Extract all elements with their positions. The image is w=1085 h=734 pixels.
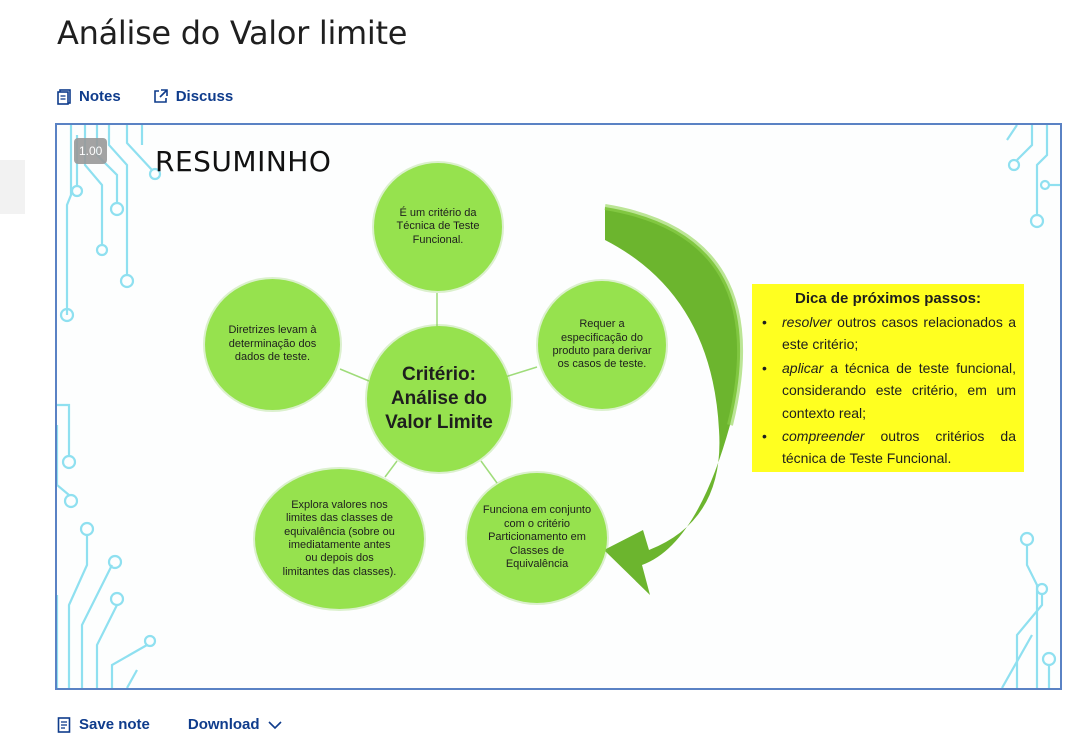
video-player[interactable]: 1.00 RESUMINHO É um critério da Técnica … xyxy=(55,123,1062,690)
download-dropdown[interactable]: Download xyxy=(188,716,282,733)
notes-tab[interactable]: Notes xyxy=(57,88,121,105)
discuss-tab-label: Discuss xyxy=(175,88,234,105)
tip-verb: aplicar xyxy=(782,359,824,376)
tip-verb: compreender xyxy=(782,427,865,444)
circle-center: Critério: Análise do Valor Limite xyxy=(367,326,511,472)
circle-right: Requer a especificação do produto para d… xyxy=(538,281,666,409)
tip-heading: Dica de próximos passos: xyxy=(795,290,981,307)
video-actions: Save note Download xyxy=(57,716,282,733)
lecture-tabs: Notes Discuss xyxy=(57,88,233,105)
playback-speed-badge[interactable]: 1.00 xyxy=(74,138,108,164)
side-panel-handle[interactable] xyxy=(0,160,25,214)
page-title: Análise do Valor limite xyxy=(57,14,408,52)
notes-icon xyxy=(57,88,71,105)
download-label: Download xyxy=(187,716,260,733)
tip-verb: resolver xyxy=(782,314,832,330)
circle-top: É um critério da Técnica de Teste Funcio… xyxy=(374,163,502,291)
external-link-icon xyxy=(153,89,168,104)
circle-left: Diretrizes levam à determinação dos dado… xyxy=(205,279,340,410)
chevron-down-icon xyxy=(267,720,282,730)
tip-box: Dica de próximos passos: resolver outros… xyxy=(752,284,1024,472)
tip-item: resolver outros casos relacionados a est… xyxy=(760,311,1016,356)
tip-item: compreender outros critérios da técnica … xyxy=(760,425,1016,470)
circle-bottom-left: Explora valores nos limites das classes … xyxy=(255,469,424,609)
tip-list: resolver outros casos relacionados a est… xyxy=(760,311,1016,470)
discuss-tab[interactable]: Discuss xyxy=(153,88,234,105)
slide-title: RESUMINHO xyxy=(155,145,332,178)
tip-item: aplicar a técnica de teste funcional, co… xyxy=(760,357,1016,424)
save-note-label: Save note xyxy=(79,716,150,733)
circle-bottom-right: Funciona em conjunto com o critério Part… xyxy=(467,473,607,603)
note-icon xyxy=(57,716,71,733)
notes-tab-label: Notes xyxy=(79,88,121,105)
save-note-button[interactable]: Save note xyxy=(57,716,150,733)
